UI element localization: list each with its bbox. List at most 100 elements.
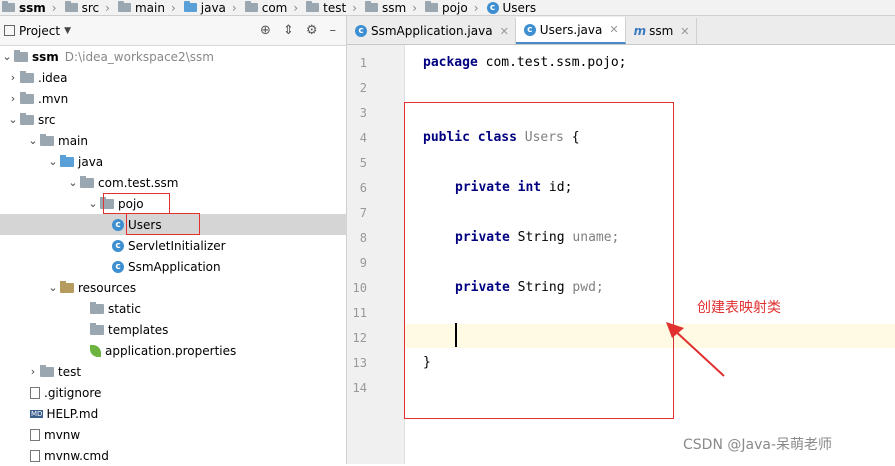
breadcrumb: ssm › src › main › java › com › test › ssm › po… — [0, 0, 895, 16]
class-icon: c — [355, 25, 367, 37]
code-line-1: package com.test.ssm.pojo; — [423, 55, 627, 70]
breadcrumb-ssm[interactable]: ssm › — [0, 1, 63, 15]
line-number: 8 — [359, 231, 367, 245]
breadcrumb-src[interactable]: src › — [63, 1, 116, 15]
tree-item-main[interactable]: ⌄ main — [0, 130, 372, 151]
line-number: 9 — [359, 256, 367, 270]
chevron-down-icon[interactable]: ▼ — [64, 26, 71, 36]
highlight-box-users — [126, 213, 200, 235]
project-panel: Project ▼ ⊕ ⇕ ⚙ – ⌄ ssm D:\idea_workspace2… — [0, 16, 458, 464]
tree-item-resources[interactable]: ⌄ resources — [0, 277, 392, 298]
file-icon — [30, 428, 40, 441]
chevron-down-icon[interactable]: ⌄ — [26, 134, 40, 147]
tree-item-src[interactable]: ⌄ src — [0, 109, 352, 130]
gear-icon[interactable]: ⚙ — [306, 23, 318, 38]
line-number: 1 — [359, 56, 367, 70]
tree-item-gitignore[interactable]: .gitignore — [0, 382, 376, 403]
folder-icon — [20, 112, 34, 125]
breadcrumb-main[interactable]: main › — [116, 1, 182, 15]
chevron-right-icon[interactable]: › — [6, 71, 20, 84]
chevron-down-icon[interactable]: ⌄ — [86, 197, 100, 210]
folder-icon — [90, 322, 104, 335]
project-folder-icon — [14, 49, 28, 62]
spring-leaf-icon — [90, 344, 101, 357]
close-icon[interactable]: ✕ — [609, 23, 618, 36]
class-icon: c — [112, 239, 124, 252]
chevron-right-icon[interactable]: › — [26, 365, 40, 378]
resources-folder-icon — [60, 280, 74, 293]
class-icon: c — [486, 1, 499, 14]
collapse-all-icon[interactable]: ⇕ — [283, 23, 294, 38]
chevron-down-icon[interactable]: ⌄ — [6, 113, 20, 126]
folder-icon — [40, 133, 54, 146]
class-icon: c — [112, 218, 124, 231]
close-icon[interactable]: ✕ — [500, 25, 509, 38]
highlight-box-pojo — [103, 193, 170, 214]
file-icon — [30, 386, 40, 399]
tab-ssm[interactable]: m ssm ✕ — [626, 18, 697, 44]
chevron-down-icon[interactable]: ⌄ — [46, 155, 60, 168]
breadcrumb-com[interactable]: com › — [243, 1, 304, 15]
line-number: 3 — [359, 106, 367, 120]
highlight-box-class — [404, 102, 674, 419]
package-icon — [244, 1, 258, 12]
line-number: 4 — [359, 131, 367, 145]
maven-icon: m — [633, 24, 647, 38]
locate-icon[interactable]: ⊕ — [260, 23, 271, 38]
chevron-down-icon[interactable]: ⌄ — [46, 281, 60, 294]
tree-item-help-md[interactable]: MD HELP.md — [0, 403, 376, 424]
tree-item-test[interactable]: › test — [0, 361, 372, 382]
breadcrumb-ssm-pkg[interactable]: ssm › — [363, 1, 423, 15]
arrow-icon — [666, 322, 725, 377]
package-icon — [306, 1, 320, 12]
breadcrumb-users[interactable]: c Users — [485, 1, 543, 15]
breadcrumb-java[interactable]: java › — [182, 1, 243, 15]
chevron-down-icon[interactable]: ⌄ — [66, 176, 80, 189]
tree-item-java[interactable]: ⌄ java — [0, 151, 392, 172]
editor-tabs: c SsmApplication.java ✕ c Users.java ✕ m ssm ✕ — [347, 16, 895, 45]
folder-icon — [40, 364, 54, 377]
file-icon — [30, 449, 40, 462]
breadcrumb-pojo[interactable]: pojo › — [423, 1, 484, 15]
folder-icon — [64, 1, 78, 12]
tree-item-ssm[interactable]: ⌄ ssm D:\idea_workspace2\ssm — [0, 46, 346, 67]
tree-item-mvnw-cmd[interactable]: mvnw.cmd — [0, 445, 376, 466]
chevron-right-icon[interactable]: › — [6, 92, 20, 105]
breadcrumb-test[interactable]: test › — [304, 1, 363, 15]
tab-users[interactable]: c Users.java ✕ — [515, 17, 626, 44]
markdown-icon: MD — [30, 409, 44, 418]
hide-icon[interactable]: – — [330, 23, 337, 38]
close-icon[interactable]: ✕ — [680, 25, 689, 38]
line-number: 13 — [352, 356, 367, 370]
line-number: 6 — [359, 181, 367, 195]
line-number: 2 — [359, 81, 367, 95]
project-view-selector[interactable]: Project — [19, 24, 60, 38]
line-number: 12 — [352, 331, 367, 345]
folder-icon — [20, 91, 34, 104]
project-toolbar: Project ▼ ⊕ ⇕ ⚙ – — [0, 16, 346, 46]
line-number: 10 — [352, 281, 367, 295]
tree-item-mvnw[interactable]: mvnw — [0, 424, 376, 445]
line-number: 5 — [359, 156, 367, 170]
annotation-label: 创建表映射类 — [697, 300, 781, 316]
package-icon — [365, 1, 379, 12]
folder-icon — [20, 70, 34, 83]
chevron-down-icon[interactable]: ⌄ — [0, 50, 14, 63]
tree-item-idea[interactable]: › .idea — [0, 67, 352, 88]
line-number: 11 — [352, 306, 367, 320]
source-folder-icon — [60, 154, 74, 167]
tree-item-mvn[interactable]: › .mvn — [0, 88, 352, 109]
class-icon: c — [523, 23, 536, 36]
line-number: 7 — [359, 206, 367, 220]
line-number: 14 — [352, 381, 367, 395]
folder-icon — [90, 301, 104, 314]
tab-ssmapplication[interactable]: c SsmApplication.java ✕ — [347, 18, 516, 44]
source-folder-icon — [183, 1, 197, 12]
package-icon — [425, 1, 439, 12]
folder-icon — [117, 1, 131, 12]
package-icon — [80, 175, 94, 188]
project-folder-icon — [2, 1, 15, 12]
project-view-icon — [4, 25, 15, 36]
spring-boot-class-icon: c — [112, 260, 124, 273]
watermark: CSDN @Java-呆萌老师 — [683, 437, 832, 453]
